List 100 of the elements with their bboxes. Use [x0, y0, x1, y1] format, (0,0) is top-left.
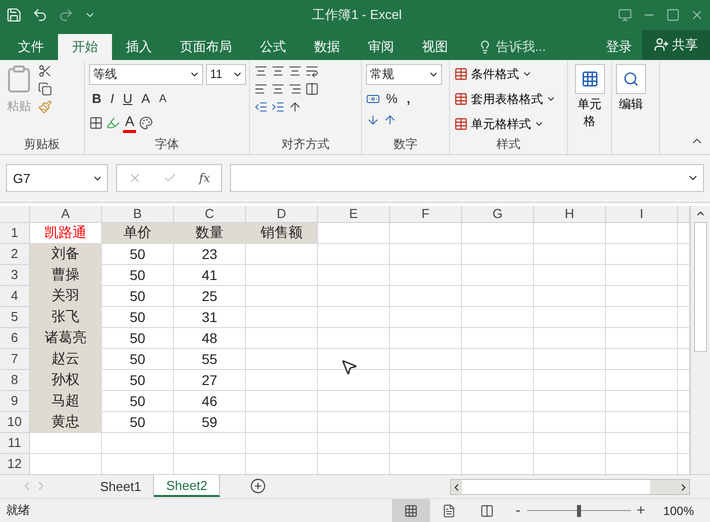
style-menu-button[interactable]: 条件格式 — [454, 64, 532, 85]
table-cell: 50 — [102, 306, 174, 328]
maximize-icon[interactable] — [666, 8, 680, 22]
sheet-tab[interactable]: Sheet2 — [154, 475, 220, 498]
new-sheet-icon[interactable] — [250, 478, 266, 494]
grid-icon — [404, 504, 418, 518]
zoom-thumb[interactable] — [576, 504, 581, 516]
font-name-field[interactable]: 等线 — [89, 64, 203, 85]
name-box[interactable]: G7 — [6, 164, 108, 192]
table-cell: 31 — [174, 306, 246, 328]
column-header[interactable]: B — [102, 206, 174, 223]
zoom-out-button[interactable]: - — [516, 502, 521, 519]
ribbon-tab[interactable]: 文件 — [4, 34, 58, 60]
insert-function-button[interactable]: fx — [198, 171, 210, 186]
editing-button[interactable]: 编辑 — [616, 64, 646, 154]
add-user-icon — [654, 37, 669, 52]
table-cell: 曹操 — [30, 264, 102, 286]
align-middle-icon[interactable] — [271, 64, 285, 78]
column-header[interactable]: I — [606, 206, 678, 223]
border-icon[interactable] — [89, 116, 103, 130]
align-right-icon[interactable] — [288, 82, 302, 96]
row-header[interactable]: 7 — [0, 348, 30, 370]
table-cell: 46 — [174, 390, 246, 412]
align-left-icon[interactable] — [254, 82, 268, 96]
vertical-scrollbar[interactable] — [690, 206, 710, 474]
style-menu-button[interactable]: 套用表格格式 — [454, 88, 556, 110]
normal-view-button[interactable] — [392, 498, 430, 522]
row-header[interactable]: 6 — [0, 328, 30, 349]
zoom-in-button[interactable]: + — [636, 502, 646, 519]
ribbon-tab[interactable]: 视图 — [408, 34, 462, 60]
ribbon-tab[interactable]: 开始 — [58, 34, 112, 60]
row-header[interactable]: 9 — [0, 390, 30, 412]
row-header[interactable]: 2 — [0, 244, 30, 265]
zoom-level[interactable]: 100% — [663, 504, 694, 518]
table-cell: 25 — [174, 286, 246, 307]
table-cell: 50 — [102, 348, 174, 370]
table-cell: 23 — [174, 244, 246, 265]
column-header[interactable]: C — [174, 206, 246, 223]
column-header[interactable]: H — [534, 206, 606, 223]
scroll-thumb[interactable] — [462, 480, 650, 494]
table-cell: 48 — [174, 328, 246, 349]
scroll-thumb[interactable] — [694, 222, 707, 352]
comma-button[interactable]: , — [404, 88, 414, 109]
italic-button[interactable]: I — [107, 88, 118, 109]
ribbon-tab[interactable]: 页面布局 — [166, 34, 246, 60]
shrink-font-button[interactable]: A — [156, 88, 170, 109]
font-color-button[interactable]: A — [123, 112, 136, 133]
undo-icon[interactable] — [32, 6, 48, 23]
column-header[interactable]: D — [246, 206, 318, 223]
mouse-pointer-icon — [340, 358, 358, 376]
bold-button[interactable]: B — [89, 88, 104, 109]
row-header[interactable]: 4 — [0, 286, 30, 307]
wrap-text-icon[interactable] — [305, 64, 319, 78]
group-label: 对齐方式 — [280, 136, 330, 153]
row-header[interactable]: 10 — [0, 412, 30, 433]
ribbon-tab[interactable]: 数据 — [300, 34, 354, 60]
tell-me-search[interactable]: 告诉我... — [478, 34, 546, 60]
horizontal-scrollbar[interactable] — [450, 479, 690, 496]
ribbon-tab[interactable]: 插入 — [112, 34, 166, 60]
share-button[interactable]: 共享 — [642, 30, 710, 60]
indent-decrease-icon[interactable] — [254, 100, 268, 114]
font-size-field[interactable]: 11 — [206, 64, 246, 85]
row-header[interactable]: 12 — [0, 454, 30, 474]
ribbon-tab[interactable]: 公式 — [246, 34, 300, 60]
column-header[interactable]: A — [30, 206, 102, 223]
row-header[interactable]: 11 — [0, 432, 30, 454]
row-header[interactable]: 1 — [0, 222, 30, 244]
style-menu-button[interactable]: 单元格样式 — [454, 114, 544, 135]
column-header[interactable]: G — [462, 206, 534, 223]
percent-button[interactable]: % — [383, 88, 401, 109]
formula-field[interactable] — [230, 164, 704, 192]
column-header[interactable]: F — [390, 206, 462, 223]
cells-button[interactable]: 单元格 — [572, 64, 607, 154]
row-header[interactable]: 8 — [0, 370, 30, 391]
table-cell: 50 — [102, 328, 174, 349]
number-format-field[interactable]: 常规 — [366, 64, 442, 85]
table-cell: 赵云 — [30, 348, 102, 370]
table-cell: 27 — [174, 370, 246, 391]
row-header[interactable]: 3 — [0, 264, 30, 286]
table-cell: 黄忠 — [30, 412, 102, 433]
merge-icon[interactable] — [305, 82, 319, 96]
copy-icon[interactable] — [38, 82, 52, 96]
lightbulb-icon — [478, 40, 492, 54]
column-header[interactable]: E — [318, 206, 390, 223]
fill-color-icon[interactable] — [106, 116, 120, 130]
ribbon-tab[interactable]: 审阅 — [354, 34, 408, 60]
table-cell: 50 — [102, 264, 174, 286]
align-center-icon[interactable] — [271, 82, 285, 96]
grow-font-button[interactable]: A — [138, 88, 154, 109]
group-label: 数字 — [392, 136, 418, 153]
save-icon[interactable] — [6, 6, 22, 23]
underline-button[interactable]: U — [120, 88, 136, 109]
align-bottom-icon[interactable] — [288, 64, 302, 78]
indent-increase-icon[interactable] — [271, 100, 285, 114]
table-cell: 单价 — [102, 222, 174, 244]
align-top-icon[interactable] — [254, 64, 268, 78]
row-header[interactable]: 5 — [0, 306, 30, 328]
table-cell: 50 — [102, 244, 174, 265]
cut-icon[interactable] — [38, 64, 52, 78]
login-link[interactable]: 登录 — [596, 34, 642, 60]
